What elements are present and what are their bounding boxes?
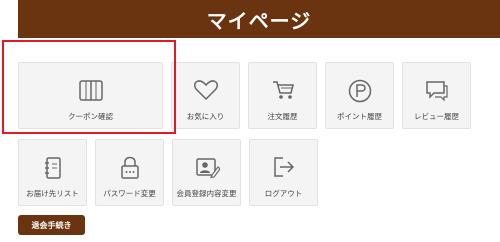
page-header: マイページ [18,0,500,38]
page-title: マイページ [206,8,312,33]
menu-tile-label: レビュー履歴 [414,112,459,121]
menu-tile-order-history[interactable]: 注文履歴 [248,62,317,129]
speech-bubble-icon [424,78,450,106]
menu-tile-label: お気に入り [186,112,225,121]
menu-tile-label: ログアウト [264,189,303,198]
profile-edit-icon [194,155,221,185]
menu-tile-label: お届け先リスト [26,189,79,198]
menu-tile-label: 注文履歴 [267,112,298,121]
menu-tile-review-history[interactable]: レビュー履歴 [402,62,471,129]
menu-tile-point-history[interactable]: ポイント履歴 [325,62,394,129]
menu-tile-label: ポイント履歴 [337,112,382,121]
menu-tile-member-info-change[interactable]: 会員登録内容変更 [172,139,241,206]
withdraw-button[interactable]: 退会手続き [18,215,85,235]
menu-tile-address-list[interactable]: お届け先リスト [18,139,87,206]
menu-tile-label: パスワード変更 [103,189,156,198]
cart-icon [270,78,296,106]
menu-tile-label: 会員登録内容変更 [176,189,237,198]
point-icon [347,78,373,108]
address-book-icon [41,155,65,185]
logout-icon [271,155,297,183]
menu-tile-password-change[interactable]: パスワード変更 [95,139,164,206]
heart-icon [193,78,219,106]
menu-tile-logout[interactable]: ログアウト [249,139,318,206]
highlight-box [2,40,176,134]
lock-icon [117,155,143,185]
menu-tile-favorites[interactable]: お気に入り [171,62,240,129]
